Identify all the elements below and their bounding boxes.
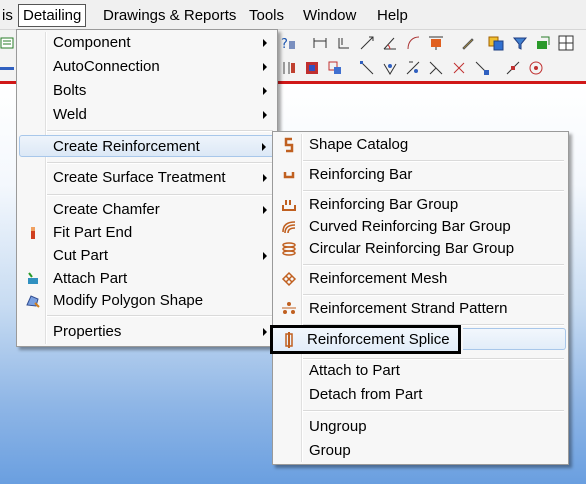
menu-item-attach-to-part[interactable]: Attach to Part bbox=[275, 360, 566, 382]
curved-bar-group-icon bbox=[282, 221, 296, 234]
modify-polygon-icon bbox=[26, 295, 40, 308]
splice-highlight-tail bbox=[463, 328, 566, 350]
menu-separator bbox=[303, 410, 564, 412]
detailing-menu: Component AutoConnection Bolts Weld Crea… bbox=[16, 29, 278, 347]
menu-item-fit-part-end[interactable]: Fit Part End bbox=[19, 222, 275, 244]
menu-window[interactable]: Window bbox=[303, 5, 356, 26]
target-icon[interactable] bbox=[528, 60, 544, 76]
view-icon[interactable] bbox=[304, 60, 320, 76]
menu-item-modify-polygon-shape[interactable]: Modify Polygon Shape bbox=[19, 290, 275, 312]
copy-icon[interactable] bbox=[488, 35, 504, 51]
menu-separator bbox=[47, 194, 273, 196]
snap-5-icon[interactable] bbox=[451, 60, 467, 76]
filter-icon[interactable] bbox=[512, 35, 528, 51]
menu-separator bbox=[303, 294, 564, 296]
grid-select-icon[interactable] bbox=[558, 35, 574, 51]
menu-bar: is Detailing Drawings & Reports Tools Wi… bbox=[0, 0, 586, 30]
menu-separator bbox=[47, 315, 273, 317]
menu-item-component[interactable]: Component bbox=[19, 32, 275, 54]
menu-item-reinforcement-strand-pattern[interactable]: Reinforcement Strand Pattern bbox=[275, 298, 566, 320]
menu-analysis[interactable]: is bbox=[2, 5, 13, 26]
menu-item-reinforcement-splice[interactable]: Reinforcement Splice bbox=[270, 325, 461, 354]
menu-separator bbox=[303, 264, 564, 266]
submenu-arrow-icon bbox=[263, 111, 267, 119]
angle-icon[interactable] bbox=[382, 35, 398, 51]
menu-separator bbox=[303, 190, 564, 192]
submenu-arrow-icon bbox=[263, 174, 267, 182]
reinforcement-splice-icon bbox=[285, 332, 293, 348]
menu-item-cut-part[interactable]: Cut Part bbox=[19, 245, 275, 267]
reinforcement-mesh-icon bbox=[281, 271, 297, 287]
menu-item-weld[interactable]: Weld bbox=[19, 104, 275, 126]
menu-item-reinforcing-bar[interactable]: Reinforcing Bar bbox=[275, 164, 566, 186]
menu-separator bbox=[47, 162, 273, 164]
menu-separator bbox=[47, 130, 273, 132]
menu-item-attach-part[interactable]: Attach Part bbox=[19, 268, 275, 290]
select-icon[interactable] bbox=[535, 35, 551, 51]
grid-icon[interactable] bbox=[0, 35, 16, 51]
query-icon[interactable]: ? bbox=[280, 35, 296, 51]
menu-item-ungroup[interactable]: Ungroup bbox=[275, 416, 566, 438]
view-2-icon[interactable] bbox=[327, 60, 343, 76]
reinforcing-bar-icon bbox=[283, 172, 295, 179]
submenu-arrow-icon bbox=[263, 328, 267, 336]
menu-item-create-chamfer[interactable]: Create Chamfer bbox=[19, 199, 275, 221]
menu-item-reinforcing-bar-group[interactable]: Reinforcing Bar Group bbox=[275, 194, 566, 216]
attach-part-icon bbox=[28, 272, 38, 284]
submenu-arrow-icon bbox=[263, 206, 267, 214]
menu-detailing[interactable]: Detailing bbox=[18, 4, 87, 27]
dimension-icon[interactable] bbox=[312, 35, 328, 51]
column-icon[interactable] bbox=[281, 60, 297, 76]
menu-item-group[interactable]: Group bbox=[275, 440, 566, 462]
menu-help[interactable]: Help bbox=[377, 5, 408, 26]
shape-catalog-icon bbox=[284, 137, 294, 153]
svg-text:?: ? bbox=[281, 37, 288, 51]
submenu-arrow-icon bbox=[263, 39, 267, 47]
snap-6-icon[interactable] bbox=[474, 60, 490, 76]
menu-item-reinforcement-mesh[interactable]: Reinforcement Mesh bbox=[275, 268, 566, 290]
fit-part-end-icon bbox=[31, 227, 35, 239]
circular-bar-group-icon bbox=[282, 242, 296, 256]
menu-item-create-reinforcement[interactable]: Create Reinforcement bbox=[19, 135, 275, 157]
menu-separator bbox=[303, 160, 564, 162]
create-reinforcement-submenu: Shape Catalog Reinforcing Bar Reinforcin… bbox=[270, 131, 569, 465]
menu-drawings-reports[interactable]: Drawings & Reports bbox=[103, 5, 236, 26]
menu-item-shape-catalog[interactable]: Shape Catalog bbox=[275, 134, 566, 156]
dimension-2-icon[interactable] bbox=[336, 35, 352, 51]
snap-7-icon[interactable] bbox=[505, 60, 521, 76]
snap-2-icon[interactable] bbox=[382, 60, 398, 76]
move-icon[interactable] bbox=[359, 35, 375, 51]
submenu-arrow-icon bbox=[263, 252, 267, 260]
menu-tools[interactable]: Tools bbox=[249, 5, 284, 26]
snap-icon[interactable] bbox=[359, 60, 375, 76]
pencil-icon[interactable] bbox=[460, 35, 476, 51]
menu-item-create-surface-treatment[interactable]: Create Surface Treatment bbox=[19, 167, 275, 189]
submenu-arrow-icon bbox=[263, 63, 267, 71]
menu-item-autoconnection[interactable]: AutoConnection bbox=[19, 56, 275, 78]
snap-4-icon[interactable] bbox=[428, 60, 444, 76]
snap-3-icon[interactable] bbox=[405, 60, 421, 76]
menu-item-properties[interactable]: Properties bbox=[19, 321, 275, 343]
arc-icon[interactable] bbox=[405, 35, 421, 51]
submenu-arrow-icon bbox=[262, 143, 266, 151]
plate-icon[interactable] bbox=[428, 35, 444, 51]
menu-item-curved-reinforcing-bar-group[interactable]: Curved Reinforcing Bar Group bbox=[275, 216, 566, 238]
menu-item-circular-reinforcing-bar-group[interactable]: Circular Reinforcing Bar Group bbox=[275, 238, 566, 260]
menu-item-bolts[interactable]: Bolts bbox=[19, 80, 275, 102]
reinforcing-bar-group-icon bbox=[282, 200, 296, 211]
menu-item-detach-from-part[interactable]: Detach from Part bbox=[275, 384, 566, 406]
submenu-arrow-icon bbox=[263, 87, 267, 95]
line-icon[interactable] bbox=[0, 60, 16, 76]
strand-pattern-icon bbox=[282, 302, 296, 314]
